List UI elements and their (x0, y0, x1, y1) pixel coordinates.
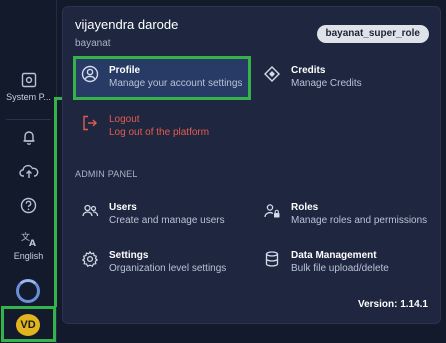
sidebar-item-system[interactable]: System P... (0, 72, 57, 102)
sidebar-divider (6, 119, 51, 120)
system-icon (21, 72, 36, 88)
profile-subtitle: Manage your account settings (109, 78, 243, 89)
menu-item-profile[interactable]: Profile Manage your account settings (81, 64, 242, 91)
avatar-button[interactable]: VD (1, 306, 56, 342)
users-title: Users (109, 202, 137, 213)
user-menu-panel: vijayendra darode bayanat bayanat_super_… (62, 6, 441, 324)
sidebar-item-language-label: English (13, 251, 44, 261)
users-subtitle: Create and manage users (109, 215, 225, 226)
loading-spinner-icon (16, 279, 40, 303)
logout-subtitle: Log out of the platform (109, 127, 210, 138)
menu-item-settings[interactable]: Settings Organization level settings (81, 249, 226, 276)
cloud-upload-icon (18, 164, 38, 178)
credits-subtitle: Manage Credits (291, 78, 362, 89)
roles-title: Roles (291, 202, 319, 213)
menu-item-credits[interactable]: Credits Manage Credits (263, 64, 362, 91)
version-label: Version: 1.14.1 (357, 299, 428, 310)
menu-item-data-management[interactable]: Data Management Bulk file upload/delete (263, 249, 389, 276)
logout-icon (83, 115, 97, 131)
diamond-icon (264, 66, 280, 82)
sidebar-item-system-label: System P... (6, 92, 51, 102)
sidebar-item-language[interactable]: 文 A English (0, 231, 57, 261)
settings-subtitle: Organization level settings (109, 263, 227, 274)
translate-icon: 文 A (21, 231, 36, 247)
sidebar-item-help[interactable] (0, 197, 57, 214)
sidebar-item-upload[interactable] (0, 163, 57, 179)
user-org: bayanat (75, 38, 111, 49)
profile-title: Profile (109, 65, 141, 76)
menu-item-users[interactable]: Users Create and manage users (81, 201, 225, 228)
database-icon (265, 251, 279, 267)
help-icon (20, 197, 37, 214)
role-badge: bayanat_super_role (316, 25, 429, 43)
settings-title: Settings (109, 250, 149, 261)
user-name: vijayendra darode (75, 17, 179, 32)
menu-item-logout[interactable]: Logout Log out of the platform (81, 113, 209, 140)
bell-icon (23, 131, 34, 145)
logout-title: Logout (109, 114, 140, 125)
credits-title: Credits (291, 65, 326, 76)
users-icon (82, 204, 99, 217)
user-circle-icon (81, 65, 99, 83)
svg-text:A: A (29, 239, 36, 247)
roles-subtitle: Manage roles and permissions (291, 215, 428, 226)
data-management-subtitle: Bulk file upload/delete (291, 263, 389, 274)
sidebar-item-notifications[interactable] (0, 129, 57, 146)
data-management-title: Data Management (291, 250, 377, 261)
admin-panel-heading: ADMIN PANEL (75, 169, 138, 179)
avatar: VD (16, 314, 40, 336)
user-lock-icon (264, 204, 280, 218)
menu-item-roles[interactable]: Roles Manage roles and permissions (263, 201, 427, 228)
gear-icon (82, 251, 98, 267)
left-sidebar: System P... 文 A English VD (0, 0, 57, 343)
